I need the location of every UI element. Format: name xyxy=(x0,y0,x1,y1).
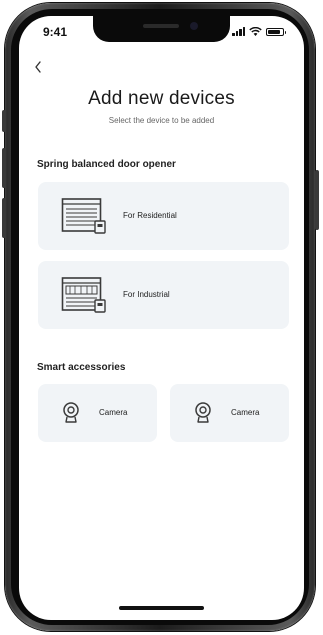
home-indicator[interactable] xyxy=(119,606,204,610)
accessory-card-camera-1[interactable]: Camera xyxy=(38,384,157,442)
earpiece-speaker xyxy=(143,24,179,28)
battery-icon xyxy=(266,28,286,36)
front-camera xyxy=(190,22,198,30)
accessory-card-label: Camera xyxy=(231,408,260,417)
cellular-signal-icon xyxy=(232,27,245,36)
garage-door-icon xyxy=(61,198,106,234)
wifi-icon xyxy=(249,27,262,36)
accessory-card-camera-2[interactable]: Camera xyxy=(170,384,289,442)
page-title: Add new devices xyxy=(88,88,235,109)
app-screen: 9:41 Add new devices Select the device t… xyxy=(19,16,304,620)
section-heading-smart-accessories: Smart accessories xyxy=(37,362,126,373)
camera-icon xyxy=(63,402,79,423)
device-card-label: For Industrial xyxy=(123,290,170,299)
status-time: 9:41 xyxy=(43,25,68,39)
device-card-industrial[interactable]: For Industrial xyxy=(38,261,289,329)
accessory-card-label: Camera xyxy=(99,408,128,417)
status-icons xyxy=(232,27,286,36)
page-subtitle: Select the device to be added xyxy=(108,116,215,125)
notch xyxy=(93,16,230,42)
section-heading-door-opener: Spring balanced door opener xyxy=(37,159,176,170)
power-button xyxy=(315,170,319,230)
chevron-left-icon xyxy=(35,61,41,73)
device-card-label: For Residential xyxy=(123,211,177,220)
garage-door-icon xyxy=(61,277,106,313)
volume-down-button xyxy=(2,198,6,238)
camera-icon xyxy=(195,402,211,423)
mute-switch xyxy=(2,110,6,132)
back-button[interactable] xyxy=(33,60,47,76)
volume-up-button xyxy=(2,148,6,188)
device-card-residential[interactable]: For Residential xyxy=(38,182,289,250)
